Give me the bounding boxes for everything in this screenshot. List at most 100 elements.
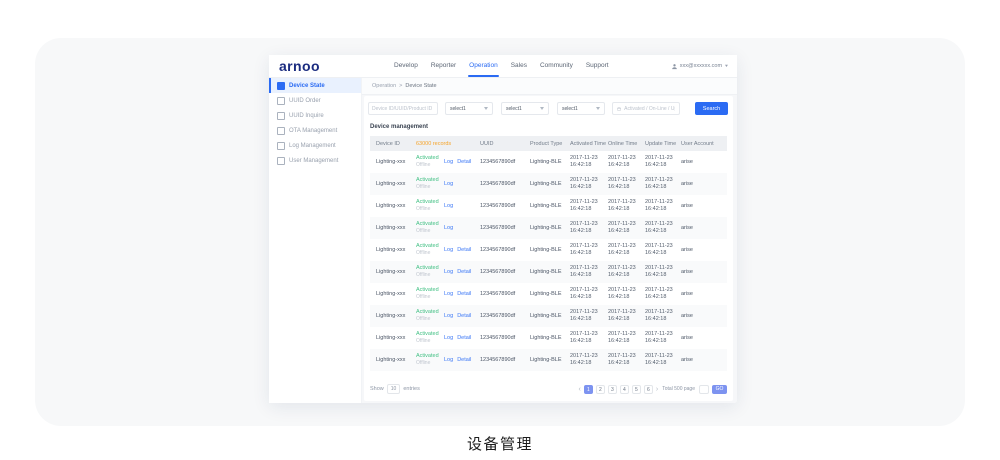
cell-activated-time: 2017-11-23 16:42:18 [570,331,608,345]
caption: 设备管理 [0,433,1000,454]
cell-actions: Log Detail [444,291,480,297]
nav-item-operation[interactable]: Operation [468,55,499,77]
page-button-4[interactable]: 4 [620,385,629,394]
log-link[interactable]: Log [444,313,453,319]
table-title: Device management [370,124,428,130]
log-link[interactable]: Log [444,357,453,363]
table-header: Device ID 63000 records UUID Product Typ… [370,136,727,151]
cell-actions: Log Detail [444,313,480,319]
sidebar-item-uuid-order[interactable]: UUID Order [269,93,361,108]
log-link[interactable]: Log [444,335,453,341]
goto-page-input[interactable] [699,385,709,394]
status-offline: Offline [416,162,444,168]
detail-link[interactable]: Detail [457,357,471,363]
entries-select[interactable]: 10 [387,384,401,394]
cell-uuid: 1234567890df [480,291,530,297]
sidebar-item-user-management[interactable]: User Management [269,153,361,168]
detail-link[interactable]: Detail [457,335,471,341]
nav-item-sales[interactable]: Sales [510,55,528,77]
filter-select-2[interactable]: select1 [501,102,549,115]
cell-update-time: 2017-11-23 16:42:18 [645,243,681,257]
cell-online-time: 2017-11-23 16:42:18 [608,243,645,257]
detail-link[interactable]: Detail [457,291,471,297]
table-row: Lighting-xxx Activated Offline LogDetail… [370,305,727,327]
page-button-2[interactable]: 2 [596,385,605,394]
cell-uuid: 1234567890df [480,247,530,253]
cell-activated-time: 2017-11-23 16:42:18 [570,177,608,191]
next-page-button[interactable]: › [656,385,658,394]
cell-update-time: 2017-11-23 16:42:18 [645,221,681,235]
sidebar-item-uuid-inquire[interactable]: UUID Inquire [269,108,361,123]
detail-link[interactable]: Detail [457,159,471,165]
page-button-6[interactable]: 6 [644,385,653,394]
go-button[interactable]: GO [712,385,727,394]
col-user-account: User Account [681,141,727,147]
uuid-order-icon [277,97,285,105]
nav-item-support[interactable]: Support [585,55,610,77]
date-range-input[interactable]: Activated / On-Line / Update time [612,102,680,115]
page-button-5[interactable]: 5 [632,385,641,394]
status-activated: Activated [416,243,444,250]
cell-update-time: 2017-11-23 16:42:18 [645,309,681,323]
cell-user-account: arise [681,225,727,231]
cell-status: Activated Offline [416,287,444,300]
page-button-1[interactable]: 1 [584,385,593,394]
chevron-down-icon [484,107,488,110]
log-link[interactable]: Log [444,269,453,275]
cell-uuid: 1234567890df [480,225,530,231]
status-activated: Activated [416,155,444,162]
cell-online-time: 2017-11-23 16:42:18 [608,331,645,345]
cell-device-id: Lighting-xxx [370,357,416,363]
keyword-input[interactable] [368,102,438,115]
cell-product-type: Lighting-BLE [530,159,570,165]
cell-product-type: Lighting-BLE [530,247,570,253]
page-button-3[interactable]: 3 [608,385,617,394]
cell-activated-time: 2017-11-23 16:42:18 [570,243,608,257]
sidebar: Device State UUID Order UUID Inquire OTA… [269,78,362,403]
cell-online-time: 2017-11-23 16:42:18 [608,177,645,191]
log-link[interactable]: Log [444,225,453,231]
status-activated: Activated [416,287,444,294]
cell-uuid: 1234567890df [480,357,530,363]
log-link[interactable]: Log [444,159,453,165]
cell-status: Activated Offline [416,177,444,190]
cell-activated-time: 2017-11-23 16:42:18 [570,155,608,169]
filter-select-1[interactable]: select1 [445,102,493,115]
breadcrumb-operation[interactable]: Operation [372,83,396,89]
nav-item-community[interactable]: Community [539,55,574,77]
user-menu[interactable]: xxx@xxxxxx.com ▼ [671,55,729,77]
cell-actions: Log Detail [444,269,480,275]
log-link[interactable]: Log [444,203,453,209]
cell-activated-time: 2017-11-23 16:42:18 [570,265,608,279]
breadcrumb-device-state: Device State [405,83,436,89]
app-header: arnoo DevelopReporterOperationSalesCommu… [269,55,737,78]
content-area: Operation > Device State select1 select1 [362,77,737,403]
sidebar-item-device-state[interactable]: Device State [269,78,361,93]
table-row: Lighting-xxx Activated Offline LogDetail… [370,327,727,349]
log-link[interactable]: Log [444,291,453,297]
detail-link[interactable]: Detail [457,247,471,253]
cell-device-id: Lighting-xxx [370,225,416,231]
prev-page-button[interactable]: ‹ [579,385,581,394]
log-link[interactable]: Log [444,181,453,187]
chevron-down-icon [540,107,544,110]
user-email: xxx@xxxxxx.com [680,63,722,69]
status-activated: Activated [416,309,444,316]
log-link[interactable]: Log [444,247,453,253]
cell-user-account: arise [681,181,727,187]
sidebar-item-ota-management[interactable]: OTA Management [269,123,361,138]
cell-activated-time: 2017-11-23 16:42:18 [570,287,608,301]
cell-uuid: 1234567890df [480,313,530,319]
cell-device-id: Lighting-xxx [370,269,416,275]
detail-link[interactable]: Detail [457,313,471,319]
search-button[interactable]: Search [695,102,728,115]
cell-update-time: 2017-11-23 16:42:18 [645,331,681,345]
sidebar-item-log-management[interactable]: Log Management [269,138,361,153]
filter-select-3[interactable]: select1 [557,102,605,115]
breadcrumb: Operation > Device State [362,77,737,95]
detail-link[interactable]: Detail [457,269,471,275]
nav-item-reporter[interactable]: Reporter [430,55,457,77]
nav-item-develop[interactable]: Develop [393,55,419,77]
table-row: Lighting-xxx Activated Offline LogDetail… [370,151,727,173]
user-management-icon [277,157,285,165]
